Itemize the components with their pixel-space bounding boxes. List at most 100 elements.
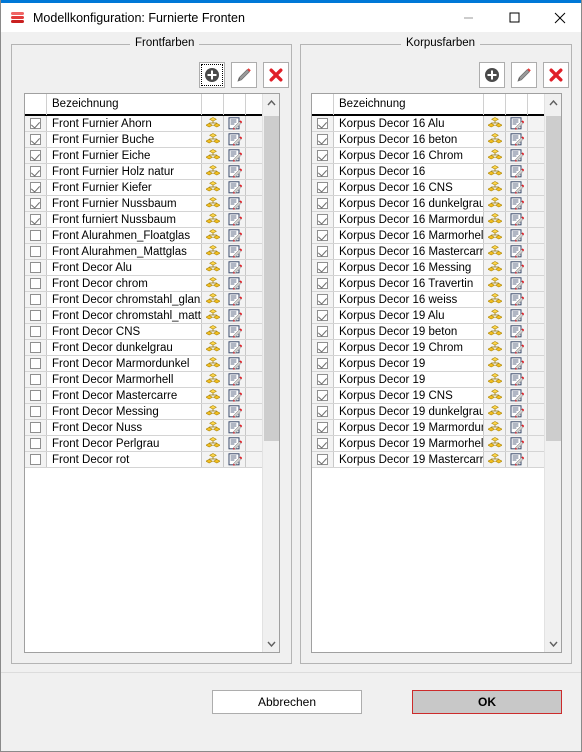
table-row[interactable]: Korpus Decor 16 Messing bbox=[312, 260, 544, 276]
checkbox-unchecked-icon[interactable] bbox=[30, 310, 41, 321]
row-checkbox-cell[interactable] bbox=[25, 228, 47, 243]
cubes-icon[interactable] bbox=[202, 196, 224, 211]
edit-note-icon[interactable] bbox=[506, 452, 528, 467]
cubes-icon[interactable] bbox=[484, 404, 506, 419]
table-row[interactable]: Front furniert Nussbaum bbox=[25, 212, 262, 228]
table-row[interactable]: Korpus Decor 16 CNS bbox=[312, 180, 544, 196]
table-row[interactable]: Korpus Decor 16 bbox=[312, 164, 544, 180]
cubes-icon[interactable] bbox=[484, 308, 506, 323]
checkbox-unchecked-icon[interactable] bbox=[30, 262, 41, 273]
cubes-icon[interactable] bbox=[202, 292, 224, 307]
table-row[interactable]: Front Furnier Ahorn bbox=[25, 116, 262, 132]
row-checkbox-cell[interactable] bbox=[25, 308, 47, 323]
row-checkbox-cell[interactable] bbox=[312, 404, 334, 419]
checkbox-checked-icon[interactable] bbox=[30, 150, 41, 161]
table-row[interactable]: Front Alurahmen_Floatglas bbox=[25, 228, 262, 244]
cubes-icon[interactable] bbox=[484, 244, 506, 259]
cubes-icon[interactable] bbox=[484, 116, 506, 131]
scroll-thumb[interactable] bbox=[264, 116, 279, 442]
cubes-icon[interactable] bbox=[484, 180, 506, 195]
cubes-icon[interactable] bbox=[484, 452, 506, 467]
table-row[interactable]: Front Furnier Kiefer bbox=[25, 180, 262, 196]
edit-note-icon[interactable] bbox=[224, 388, 246, 403]
cubes-icon[interactable] bbox=[484, 420, 506, 435]
edit-note-icon[interactable] bbox=[506, 276, 528, 291]
table-row[interactable]: Korpus Decor 16 Travertin bbox=[312, 276, 544, 292]
edit-note-icon[interactable] bbox=[224, 212, 246, 227]
delete-button-frontfarben[interactable] bbox=[263, 62, 289, 88]
table-row[interactable]: Front Decor Marmordunkel bbox=[25, 356, 262, 372]
edit-note-icon[interactable] bbox=[224, 324, 246, 339]
checkbox-unchecked-icon[interactable] bbox=[30, 294, 41, 305]
list-korpusfarben[interactable]: Bezeichnung Korpus Decor 16 Alu Korpus De… bbox=[311, 93, 562, 653]
cubes-icon[interactable] bbox=[484, 260, 506, 275]
table-row[interactable]: Front Decor chromstahl_matt bbox=[25, 308, 262, 324]
cubes-icon[interactable] bbox=[202, 148, 224, 163]
row-checkbox-cell[interactable] bbox=[312, 420, 334, 435]
row-checkbox-cell[interactable] bbox=[312, 116, 334, 131]
checkbox-checked-icon[interactable] bbox=[317, 198, 328, 209]
edit-note-icon[interactable] bbox=[224, 372, 246, 387]
minimize-button[interactable] bbox=[445, 3, 491, 32]
row-checkbox-cell[interactable] bbox=[25, 420, 47, 435]
row-checkbox-cell[interactable] bbox=[25, 436, 47, 451]
checkbox-checked-icon[interactable] bbox=[317, 422, 328, 433]
edit-note-icon[interactable] bbox=[506, 292, 528, 307]
checkbox-checked-icon[interactable] bbox=[317, 214, 328, 225]
checkbox-unchecked-icon[interactable] bbox=[30, 246, 41, 257]
cubes-icon[interactable] bbox=[484, 276, 506, 291]
table-row[interactable]: Korpus Decor 19 Chrom bbox=[312, 340, 544, 356]
add-button-frontfarben[interactable] bbox=[199, 62, 225, 88]
scroll-thumb[interactable] bbox=[546, 116, 561, 442]
edit-note-icon[interactable] bbox=[224, 308, 246, 323]
edit-button-frontfarben[interactable] bbox=[231, 62, 257, 88]
row-checkbox-cell[interactable] bbox=[312, 356, 334, 371]
table-row[interactable]: Front Decor Alu bbox=[25, 260, 262, 276]
checkbox-unchecked-icon[interactable] bbox=[30, 438, 41, 449]
table-row[interactable]: Front Decor rot bbox=[25, 452, 262, 468]
cubes-icon[interactable] bbox=[202, 420, 224, 435]
checkbox-unchecked-icon[interactable] bbox=[30, 230, 41, 241]
add-button-korpusfarben[interactable] bbox=[479, 62, 505, 88]
cubes-icon[interactable] bbox=[202, 404, 224, 419]
table-row[interactable]: Korpus Decor 16 beton bbox=[312, 132, 544, 148]
edit-note-icon[interactable] bbox=[506, 148, 528, 163]
row-checkbox-cell[interactable] bbox=[25, 276, 47, 291]
row-checkbox-cell[interactable] bbox=[25, 148, 47, 163]
edit-note-icon[interactable] bbox=[224, 132, 246, 147]
cubes-icon[interactable] bbox=[484, 228, 506, 243]
edit-note-icon[interactable] bbox=[224, 260, 246, 275]
edit-note-icon[interactable] bbox=[506, 404, 528, 419]
edit-note-icon[interactable] bbox=[506, 244, 528, 259]
table-row[interactable]: Front Decor Marmorhell bbox=[25, 372, 262, 388]
cubes-icon[interactable] bbox=[202, 452, 224, 467]
checkbox-checked-icon[interactable] bbox=[30, 182, 41, 193]
row-checkbox-cell[interactable] bbox=[312, 292, 334, 307]
edit-note-icon[interactable] bbox=[224, 244, 246, 259]
checkbox-checked-icon[interactable] bbox=[317, 166, 328, 177]
row-checkbox-cell[interactable] bbox=[25, 212, 47, 227]
cubes-icon[interactable] bbox=[484, 436, 506, 451]
row-checkbox-cell[interactable] bbox=[25, 180, 47, 195]
row-checkbox-cell[interactable] bbox=[312, 324, 334, 339]
table-row[interactable]: Front Furnier Eiche bbox=[25, 148, 262, 164]
row-checkbox-cell[interactable] bbox=[312, 276, 334, 291]
table-row[interactable]: Front Decor chromstahl_glanz bbox=[25, 292, 262, 308]
checkbox-checked-icon[interactable] bbox=[317, 294, 328, 305]
row-checkbox-cell[interactable] bbox=[312, 228, 334, 243]
close-button[interactable] bbox=[537, 3, 581, 32]
cubes-icon[interactable] bbox=[202, 436, 224, 451]
row-checkbox-cell[interactable] bbox=[312, 340, 334, 355]
cubes-icon[interactable] bbox=[202, 340, 224, 355]
list-frontfarben[interactable]: Bezeichnung Front Furnier Ahorn Front Fur… bbox=[24, 93, 280, 653]
row-checkbox-cell[interactable] bbox=[25, 260, 47, 275]
edit-note-icon[interactable] bbox=[224, 180, 246, 195]
checkbox-checked-icon[interactable] bbox=[30, 214, 41, 225]
checkbox-checked-icon[interactable] bbox=[317, 262, 328, 273]
row-checkbox-cell[interactable] bbox=[25, 404, 47, 419]
checkbox-checked-icon[interactable] bbox=[317, 310, 328, 321]
table-row[interactable]: Korpus Decor 16 Marmorhell bbox=[312, 228, 544, 244]
table-row[interactable]: Korpus Decor 19 CNS bbox=[312, 388, 544, 404]
edit-note-icon[interactable] bbox=[224, 452, 246, 467]
edit-note-icon[interactable] bbox=[224, 116, 246, 131]
